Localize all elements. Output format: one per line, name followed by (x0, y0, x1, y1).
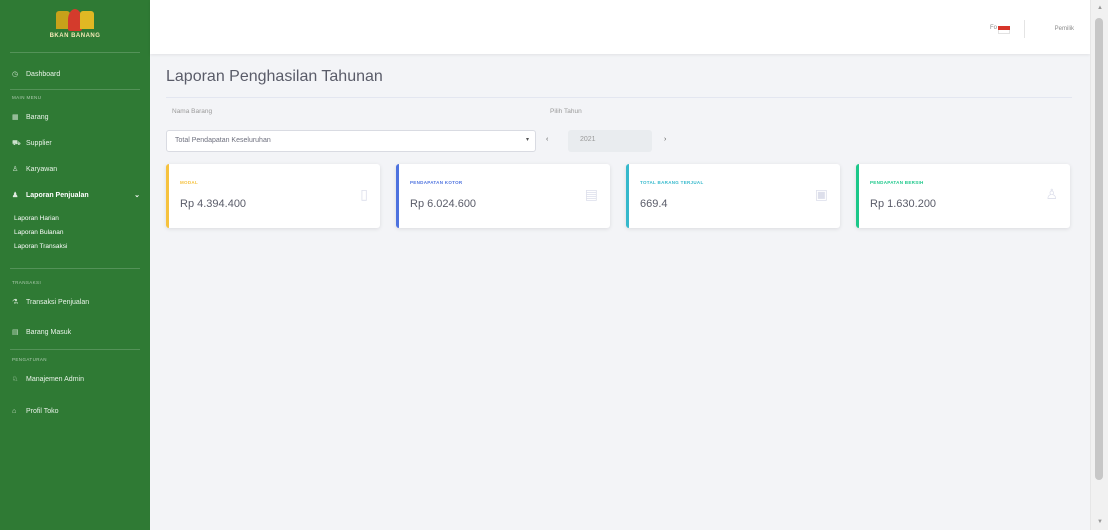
card-caption: PENDAPATAN KOTOR (410, 180, 463, 185)
section-label-pengaturan: PENGATURAN (12, 357, 47, 362)
sidebar: BKAN BANANG ◷ Dashboard MAIN MENU ▦ Bara… (0, 0, 150, 530)
card-caption: TOTAL BARANG TERJUAL (640, 180, 704, 185)
card-value: Rp 6.024.600 (410, 198, 477, 210)
brand-logo (56, 9, 94, 31)
store-icon: ⌂ (12, 407, 17, 415)
page-scrollbar[interactable]: ▲ ▼ (1090, 0, 1108, 530)
sidebar-item-barang[interactable]: ▦ Barang (0, 104, 150, 130)
sidebar-item-label: Transaksi Penjualan (26, 298, 90, 306)
next-year-button[interactable]: › (664, 136, 666, 143)
users-cog-icon: ♘ (12, 376, 19, 383)
sidebar-item-barang-masuk[interactable]: ▤ Barang Masuk (0, 319, 150, 345)
scroll-down-icon[interactable]: ▼ (1097, 519, 1103, 525)
card-value: Rp 4.394.400 (180, 198, 247, 210)
summary-cards: MODAL Rp 4.394.400 ▯ PENDAPATAN KOTOR Rp… (166, 164, 1072, 228)
card-modal: MODAL Rp 4.394.400 ▯ (166, 164, 380, 228)
card-pendapatan-kotor: PENDAPATAN KOTOR Rp 6.024.600 ▤ (396, 164, 610, 228)
sidebar-item-label: Karyawan (26, 165, 58, 173)
card-total-barang-terjual: TOTAL BARANG TERJUAL 669.4 ▣ (626, 164, 840, 228)
section-label-main: MAIN MENU (12, 95, 42, 100)
sidebar-item-dashboard[interactable]: ◷ Dashboard (0, 61, 150, 87)
inbox-icon: ▤ (12, 329, 19, 336)
scroll-up-icon[interactable]: ▲ (1097, 5, 1103, 11)
sidebar-item-label: Manajemen Admin (26, 375, 84, 383)
user-icon: ♟ (12, 192, 19, 199)
card-value: Rp 1.630.200 (870, 198, 937, 210)
card-caption: PENDAPATAN BERSIH (870, 180, 924, 185)
nama-barang-value: Total Pendapatan Keseluruhan (175, 137, 271, 144)
submenu-laporan-transaksi[interactable]: Laporan Transaksi (14, 240, 138, 254)
gauge-icon: ◷ (12, 71, 19, 78)
language-code: Fo (989, 25, 997, 31)
user-icon: ♙ (1045, 186, 1058, 202)
sidebar-item-profil-toko[interactable]: ⌂ Profil Toko (0, 398, 150, 424)
sidebar-item-label: Dashboard (26, 70, 61, 78)
sidebar-item-label: Profil Toko (26, 407, 59, 415)
submenu-laporan-bulanan[interactable]: Laporan Bulanan (14, 226, 138, 240)
brand-text: BKAN BANANG (49, 33, 101, 39)
tahun-input[interactable]: 2021 (568, 130, 652, 152)
sidebar-divider (10, 52, 140, 53)
sidebar-item-laporan-penjualan[interactable]: ♟ Laporan Penjualan ⌄ (0, 182, 150, 208)
section-label-transaksi: TRANSAKSI (12, 280, 42, 285)
indonesia-flag-icon[interactable] (998, 26, 1010, 34)
topbar: Fo Pemilik (150, 0, 1090, 54)
sidebar-item-karyawan[interactable]: ♙ Karyawan (0, 156, 150, 182)
sidebar-item-label: Barang (26, 113, 49, 121)
sidebar-item-label: Supplier (26, 139, 52, 147)
topbar-divider (1024, 20, 1025, 38)
sidebar-divider (10, 349, 140, 350)
sidebar-divider (10, 268, 140, 269)
sidebar-item-label: Barang Masuk (26, 328, 72, 336)
sidebar-item-supplier[interactable]: ⛟ Supplier (0, 130, 150, 156)
document-icon: ▯ (360, 186, 368, 202)
brand[interactable]: BKAN BANANG (0, 0, 150, 44)
sidebar-item-manajemen-admin[interactable]: ♘ Manajemen Admin (0, 366, 150, 392)
card-caption: MODAL (180, 180, 198, 185)
card-pendapatan-bersih: PENDAPATAN BERSIH Rp 1.630.200 ♙ (856, 164, 1070, 228)
calendar-icon: ▤ (584, 186, 598, 202)
submenu-laporan-harian[interactable]: Laporan Harian (14, 212, 138, 226)
sidebar-item-label: Laporan Penjualan (26, 191, 89, 199)
chevron-down-icon: ⌄ (134, 192, 140, 199)
prev-year-button[interactable]: ‹ (546, 136, 548, 143)
sidebar-divider (10, 89, 140, 90)
truck-icon: ⛟ (12, 139, 21, 147)
users-icon: ♙ (12, 166, 19, 173)
clipboard-icon: ▣ (814, 186, 828, 202)
sidebar-item-transaksi-penjualan[interactable]: ⚗ Transaksi Penjualan (0, 289, 150, 315)
scroll-thumb[interactable] (1095, 18, 1103, 480)
card-value: 669.4 (640, 198, 668, 210)
laporan-submenu: Laporan Harian Laporan Bulanan Laporan T… (14, 212, 138, 254)
chevron-down-icon: ▾ (525, 137, 529, 143)
cart-icon: ⚗ (12, 299, 19, 306)
user-name[interactable]: Pemilik (1055, 26, 1074, 32)
nama-barang-select[interactable]: Total Pendapatan Keseluruhan ▾ (166, 130, 536, 152)
filter-controls: Total Pendapatan Keseluruhan ▾ ‹ 2021 › (166, 68, 1072, 168)
box-icon: ▦ (12, 114, 19, 121)
